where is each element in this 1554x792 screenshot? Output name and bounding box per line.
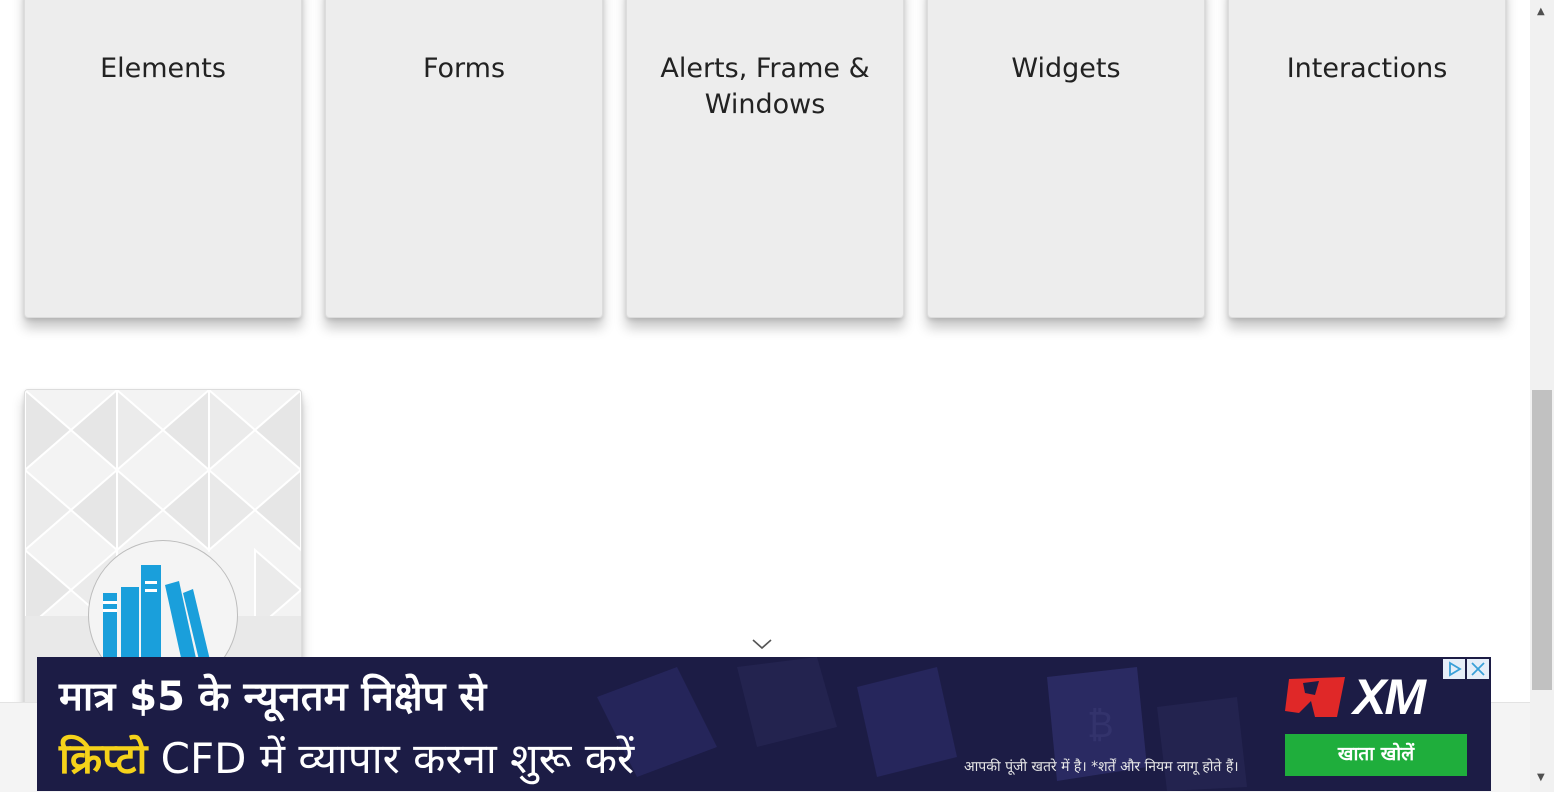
chevron-down-icon[interactable] xyxy=(751,637,773,651)
card-title: Interactions xyxy=(1286,53,1448,84)
ad-line2-rest: CFD में व्यापार करना शुरू करें xyxy=(147,734,635,783)
card-title: Forms xyxy=(422,53,506,84)
ad-line1-prefix: मात्र xyxy=(59,674,130,720)
ad-amount: $5 xyxy=(129,674,185,720)
card-title: Elements xyxy=(100,53,226,84)
open-account-button[interactable]: खाता खोलें xyxy=(1285,734,1467,776)
ad-headline-line2: क्रिप्टो CFD में व्यापार करना शुरू करें xyxy=(59,729,634,786)
ad-disclaimer: आपकी पूंजी खतरे में है। *शर्तें और नियम … xyxy=(964,759,1239,775)
ad-crypto-highlight: क्रिप्टो xyxy=(59,734,148,783)
xm-logo[interactable]: XM xyxy=(1285,671,1467,723)
card-title: Widgets xyxy=(1011,53,1121,84)
ad-headline-line1: मात्र $5 के न्यूनतम निक्षेप से xyxy=(59,667,486,722)
close-icon[interactable] xyxy=(1467,659,1489,679)
main-viewport: Elements Forms Alerts, Frame & Windows W… xyxy=(0,0,1530,792)
svg-text:₿: ₿ xyxy=(1087,705,1114,746)
card-alerts-frame-windows[interactable]: Alerts, Frame & Windows xyxy=(626,0,904,318)
card-title: Alerts, Frame & Windows xyxy=(660,53,870,120)
ad-line1-suffix: के न्यूनतम निक्षेप से xyxy=(184,674,487,720)
scroll-down-arrow-icon[interactable]: ▼ xyxy=(1537,772,1545,784)
card-forms[interactable]: Forms xyxy=(325,0,603,318)
card-interactions[interactable]: Interactions xyxy=(1228,0,1506,318)
scrollbar-thumb[interactable] xyxy=(1532,390,1552,690)
xm-bull-icon xyxy=(1285,677,1345,717)
adchoices-icon[interactable] xyxy=(1443,659,1465,679)
scroll-up-arrow-icon[interactable]: ▲ xyxy=(1537,6,1545,18)
ad-banner[interactable]: ₿ मात्र $5 के न्यूनतम निक्षेप से क्रिप्ट… xyxy=(37,657,1491,791)
card-elements[interactable]: Elements xyxy=(24,0,302,318)
xm-brand-text: XM xyxy=(1353,669,1426,725)
vertical-scrollbar[interactable]: ▲ ▼ xyxy=(1530,0,1554,792)
card-widgets[interactable]: Widgets xyxy=(927,0,1205,318)
